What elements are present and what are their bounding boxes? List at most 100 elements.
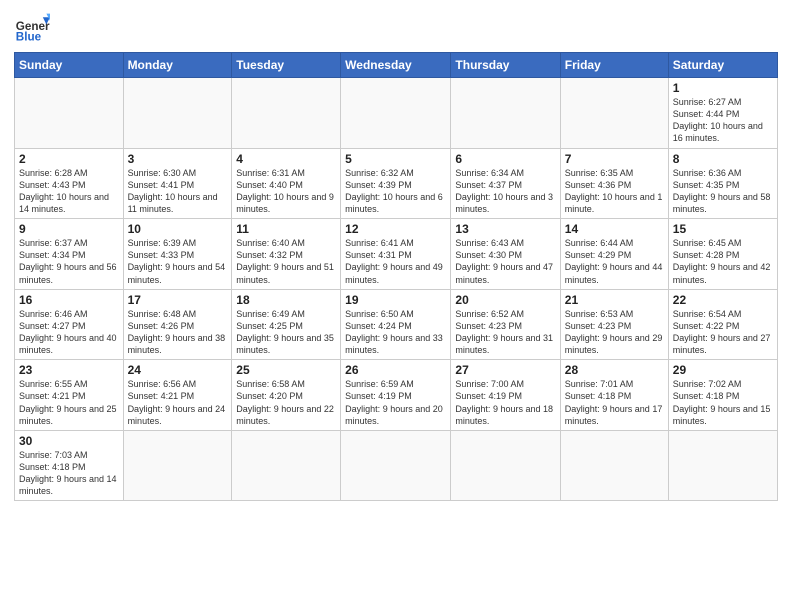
day-info: Sunrise: 6:39 AM Sunset: 4:33 PM Dayligh… [128,237,228,286]
svg-text:Blue: Blue [16,31,42,44]
calendar-cell [15,78,124,149]
day-number: 1 [673,81,773,95]
day-number: 22 [673,293,773,307]
weekday-header-wednesday: Wednesday [341,53,451,78]
day-number: 19 [345,293,446,307]
day-number: 4 [236,152,336,166]
day-info: Sunrise: 6:45 AM Sunset: 4:28 PM Dayligh… [673,237,773,286]
day-info: Sunrise: 7:00 AM Sunset: 4:19 PM Dayligh… [455,378,555,427]
calendar-cell: 6Sunrise: 6:34 AM Sunset: 4:37 PM Daylig… [451,148,560,219]
day-info: Sunrise: 6:49 AM Sunset: 4:25 PM Dayligh… [236,308,336,357]
page-header: General Blue [14,10,778,46]
day-info: Sunrise: 6:58 AM Sunset: 4:20 PM Dayligh… [236,378,336,427]
calendar-week-row: 23Sunrise: 6:55 AM Sunset: 4:21 PM Dayli… [15,360,778,431]
calendar-cell [451,430,560,501]
calendar-cell [232,78,341,149]
calendar-cell: 9Sunrise: 6:37 AM Sunset: 4:34 PM Daylig… [15,219,124,290]
day-info: Sunrise: 6:34 AM Sunset: 4:37 PM Dayligh… [455,167,555,216]
day-info: Sunrise: 7:03 AM Sunset: 4:18 PM Dayligh… [19,449,119,498]
calendar-cell: 30Sunrise: 7:03 AM Sunset: 4:18 PM Dayli… [15,430,124,501]
day-info: Sunrise: 6:32 AM Sunset: 4:39 PM Dayligh… [345,167,446,216]
day-number: 8 [673,152,773,166]
day-info: Sunrise: 6:35 AM Sunset: 4:36 PM Dayligh… [565,167,664,216]
day-number: 16 [19,293,119,307]
day-number: 24 [128,363,228,377]
calendar-cell: 8Sunrise: 6:36 AM Sunset: 4:35 PM Daylig… [668,148,777,219]
day-number: 12 [345,222,446,236]
day-number: 5 [345,152,446,166]
day-number: 27 [455,363,555,377]
day-info: Sunrise: 6:59 AM Sunset: 4:19 PM Dayligh… [345,378,446,427]
weekday-header-saturday: Saturday [668,53,777,78]
day-info: Sunrise: 6:46 AM Sunset: 4:27 PM Dayligh… [19,308,119,357]
calendar-cell [232,430,341,501]
day-info: Sunrise: 6:44 AM Sunset: 4:29 PM Dayligh… [565,237,664,286]
calendar-cell: 27Sunrise: 7:00 AM Sunset: 4:19 PM Dayli… [451,360,560,431]
calendar-cell: 10Sunrise: 6:39 AM Sunset: 4:33 PM Dayli… [123,219,232,290]
day-info: Sunrise: 6:41 AM Sunset: 4:31 PM Dayligh… [345,237,446,286]
calendar-cell: 12Sunrise: 6:41 AM Sunset: 4:31 PM Dayli… [341,219,451,290]
day-number: 30 [19,434,119,448]
calendar-cell [123,78,232,149]
day-info: Sunrise: 6:37 AM Sunset: 4:34 PM Dayligh… [19,237,119,286]
calendar-cell [451,78,560,149]
logo: General Blue [14,10,54,46]
day-info: Sunrise: 6:43 AM Sunset: 4:30 PM Dayligh… [455,237,555,286]
calendar-week-row: 1Sunrise: 6:27 AM Sunset: 4:44 PM Daylig… [15,78,778,149]
calendar-cell: 25Sunrise: 6:58 AM Sunset: 4:20 PM Dayli… [232,360,341,431]
day-info: Sunrise: 6:48 AM Sunset: 4:26 PM Dayligh… [128,308,228,357]
calendar-cell: 14Sunrise: 6:44 AM Sunset: 4:29 PM Dayli… [560,219,668,290]
calendar-cell [123,430,232,501]
day-info: Sunrise: 6:55 AM Sunset: 4:21 PM Dayligh… [19,378,119,427]
weekday-header-tuesday: Tuesday [232,53,341,78]
day-info: Sunrise: 6:53 AM Sunset: 4:23 PM Dayligh… [565,308,664,357]
calendar-week-row: 9Sunrise: 6:37 AM Sunset: 4:34 PM Daylig… [15,219,778,290]
day-number: 21 [565,293,664,307]
day-info: Sunrise: 6:31 AM Sunset: 4:40 PM Dayligh… [236,167,336,216]
calendar-cell: 23Sunrise: 6:55 AM Sunset: 4:21 PM Dayli… [15,360,124,431]
calendar-cell: 4Sunrise: 6:31 AM Sunset: 4:40 PM Daylig… [232,148,341,219]
day-number: 17 [128,293,228,307]
calendar-cell: 5Sunrise: 6:32 AM Sunset: 4:39 PM Daylig… [341,148,451,219]
day-number: 25 [236,363,336,377]
weekday-header-sunday: Sunday [15,53,124,78]
calendar-cell: 13Sunrise: 6:43 AM Sunset: 4:30 PM Dayli… [451,219,560,290]
day-info: Sunrise: 6:50 AM Sunset: 4:24 PM Dayligh… [345,308,446,357]
day-number: 6 [455,152,555,166]
calendar-cell: 26Sunrise: 6:59 AM Sunset: 4:19 PM Dayli… [341,360,451,431]
day-info: Sunrise: 7:01 AM Sunset: 4:18 PM Dayligh… [565,378,664,427]
calendar-cell: 18Sunrise: 6:49 AM Sunset: 4:25 PM Dayli… [232,289,341,360]
calendar-cell: 3Sunrise: 6:30 AM Sunset: 4:41 PM Daylig… [123,148,232,219]
day-number: 23 [19,363,119,377]
day-number: 2 [19,152,119,166]
calendar-cell [341,78,451,149]
calendar-cell: 11Sunrise: 6:40 AM Sunset: 4:32 PM Dayli… [232,219,341,290]
day-number: 20 [455,293,555,307]
calendar-week-row: 16Sunrise: 6:46 AM Sunset: 4:27 PM Dayli… [15,289,778,360]
calendar-table: SundayMondayTuesdayWednesdayThursdayFrid… [14,52,778,501]
day-info: Sunrise: 6:30 AM Sunset: 4:41 PM Dayligh… [128,167,228,216]
calendar-cell: 16Sunrise: 6:46 AM Sunset: 4:27 PM Dayli… [15,289,124,360]
day-number: 29 [673,363,773,377]
calendar-cell: 1Sunrise: 6:27 AM Sunset: 4:44 PM Daylig… [668,78,777,149]
day-number: 10 [128,222,228,236]
calendar-week-row: 30Sunrise: 7:03 AM Sunset: 4:18 PM Dayli… [15,430,778,501]
day-number: 14 [565,222,664,236]
calendar-cell: 7Sunrise: 6:35 AM Sunset: 4:36 PM Daylig… [560,148,668,219]
day-info: Sunrise: 6:36 AM Sunset: 4:35 PM Dayligh… [673,167,773,216]
day-number: 15 [673,222,773,236]
calendar-week-row: 2Sunrise: 6:28 AM Sunset: 4:43 PM Daylig… [15,148,778,219]
weekday-header-thursday: Thursday [451,53,560,78]
calendar-cell: 29Sunrise: 7:02 AM Sunset: 4:18 PM Dayli… [668,360,777,431]
day-number: 26 [345,363,446,377]
day-number: 18 [236,293,336,307]
day-info: Sunrise: 6:54 AM Sunset: 4:22 PM Dayligh… [673,308,773,357]
calendar-cell: 20Sunrise: 6:52 AM Sunset: 4:23 PM Dayli… [451,289,560,360]
day-info: Sunrise: 6:27 AM Sunset: 4:44 PM Dayligh… [673,96,773,145]
calendar-cell [341,430,451,501]
day-info: Sunrise: 7:02 AM Sunset: 4:18 PM Dayligh… [673,378,773,427]
logo-icon: General Blue [14,10,50,46]
day-number: 11 [236,222,336,236]
calendar-cell: 24Sunrise: 6:56 AM Sunset: 4:21 PM Dayli… [123,360,232,431]
calendar-cell [560,78,668,149]
